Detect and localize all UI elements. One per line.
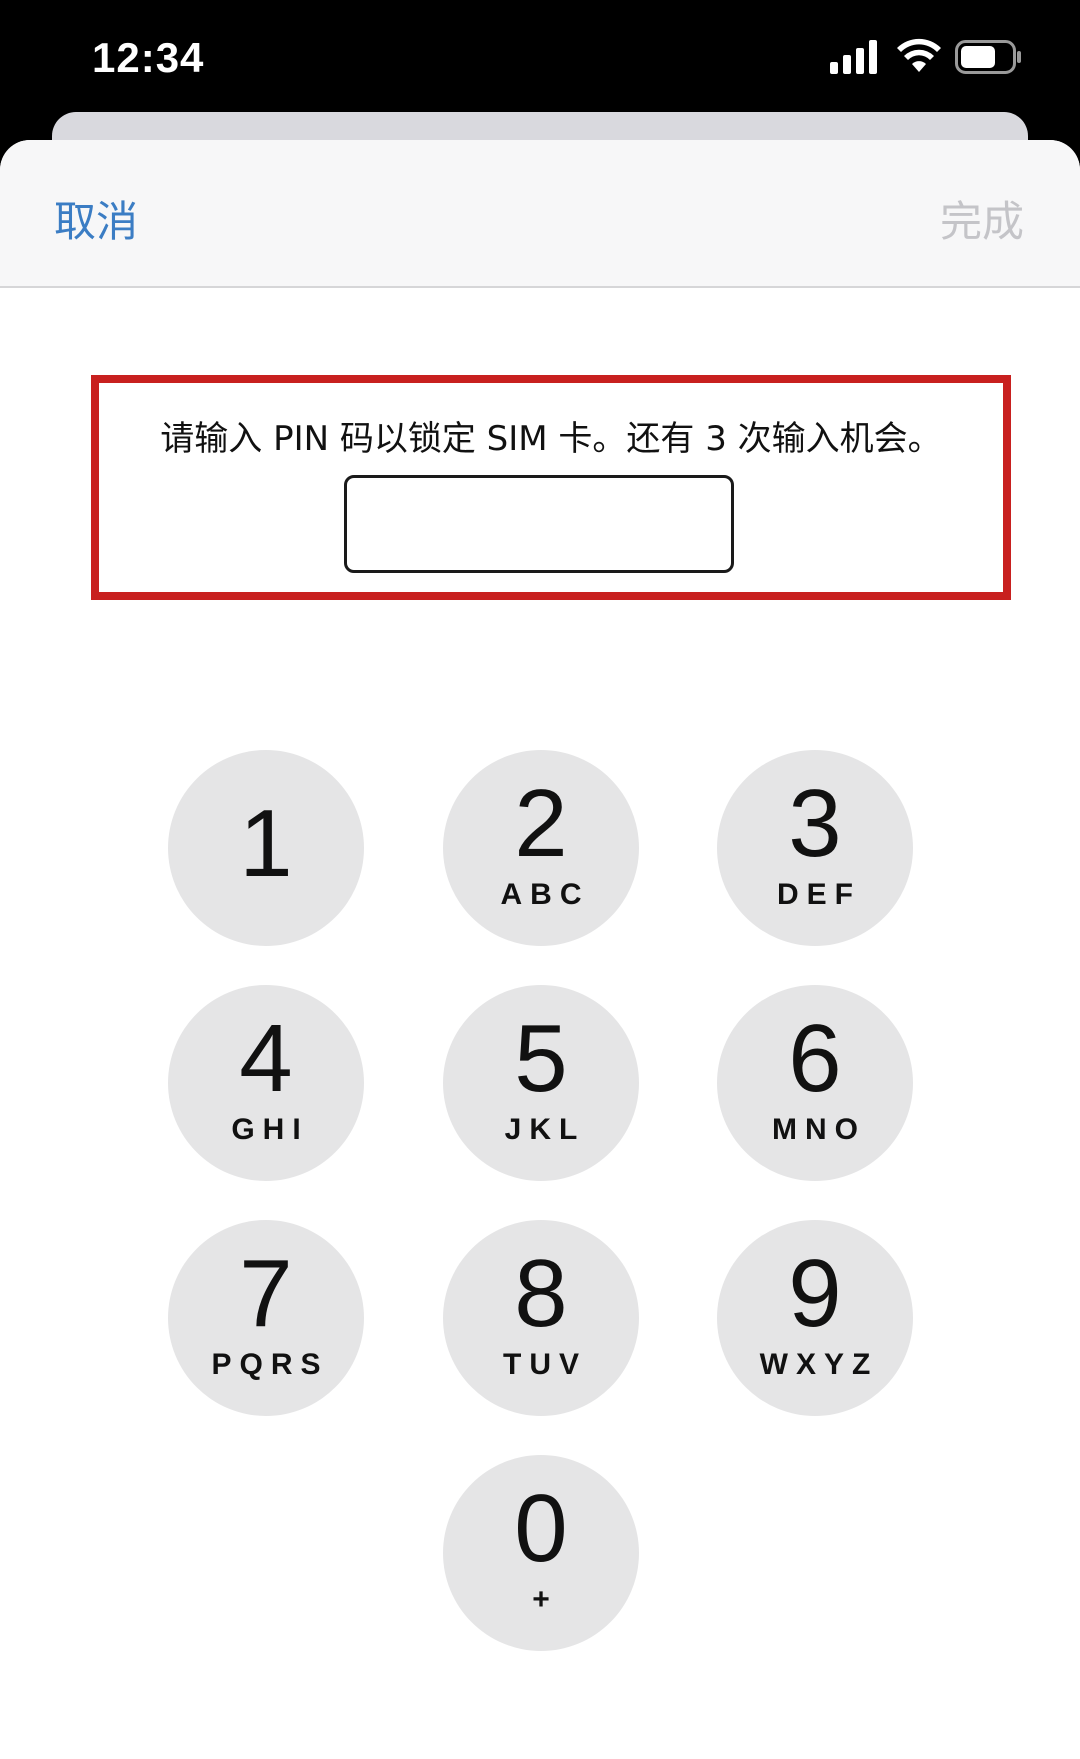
battery-icon [955, 40, 1021, 74]
key-3[interactable]: 3 DEF [717, 750, 913, 946]
key-digit: 1 [239, 790, 293, 897]
key-digit: 8 [514, 1240, 568, 1347]
key-letters: PQRS [211, 1348, 329, 1381]
key-0[interactable]: 0 + [443, 1455, 639, 1651]
key-4[interactable]: 4 GHI [168, 985, 364, 1181]
keypad: 1 2 ABC 3 DEF 4 GHI 5 JKL 6 MNO 7 PQRS 8… [0, 140, 1080, 1759]
key-1[interactable]: 1 [168, 750, 364, 946]
key-letters: ABC [500, 878, 590, 911]
signal-icon [830, 40, 877, 74]
key-6[interactable]: 6 MNO [717, 985, 913, 1181]
key-letters: JKL [504, 1113, 586, 1146]
key-digit: 3 [788, 770, 842, 877]
key-digit: 7 [239, 1240, 293, 1347]
key-digit: 6 [788, 1005, 842, 1112]
key-digit: 5 [514, 1005, 568, 1112]
key-5[interactable]: 5 JKL [443, 985, 639, 1181]
key-letters: DEF [777, 878, 861, 911]
key-digit: 9 [788, 1240, 842, 1347]
wifi-icon [897, 38, 941, 72]
key-letters: GHI [231, 1113, 309, 1146]
key-digit: 2 [514, 770, 568, 877]
status-bar: 12:34 [0, 0, 1080, 112]
key-digit: 4 [239, 1005, 293, 1112]
key-letters: TUV [503, 1348, 587, 1381]
pin-sheet: 取消 完成 请输入 PIN 码以锁定 SIM 卡。还有 3 次输入机会。 1 2… [0, 140, 1080, 1759]
key-letters: MNO [772, 1113, 866, 1146]
key-8[interactable]: 8 TUV [443, 1220, 639, 1416]
key-letters: + [532, 1583, 558, 1616]
key-2[interactable]: 2 ABC [443, 750, 639, 946]
key-9[interactable]: 9 WXYZ [717, 1220, 913, 1416]
status-time: 12:34 [92, 34, 205, 81]
key-letters: WXYZ [759, 1348, 879, 1381]
key-7[interactable]: 7 PQRS [168, 1220, 364, 1416]
key-digit: 0 [514, 1475, 568, 1582]
